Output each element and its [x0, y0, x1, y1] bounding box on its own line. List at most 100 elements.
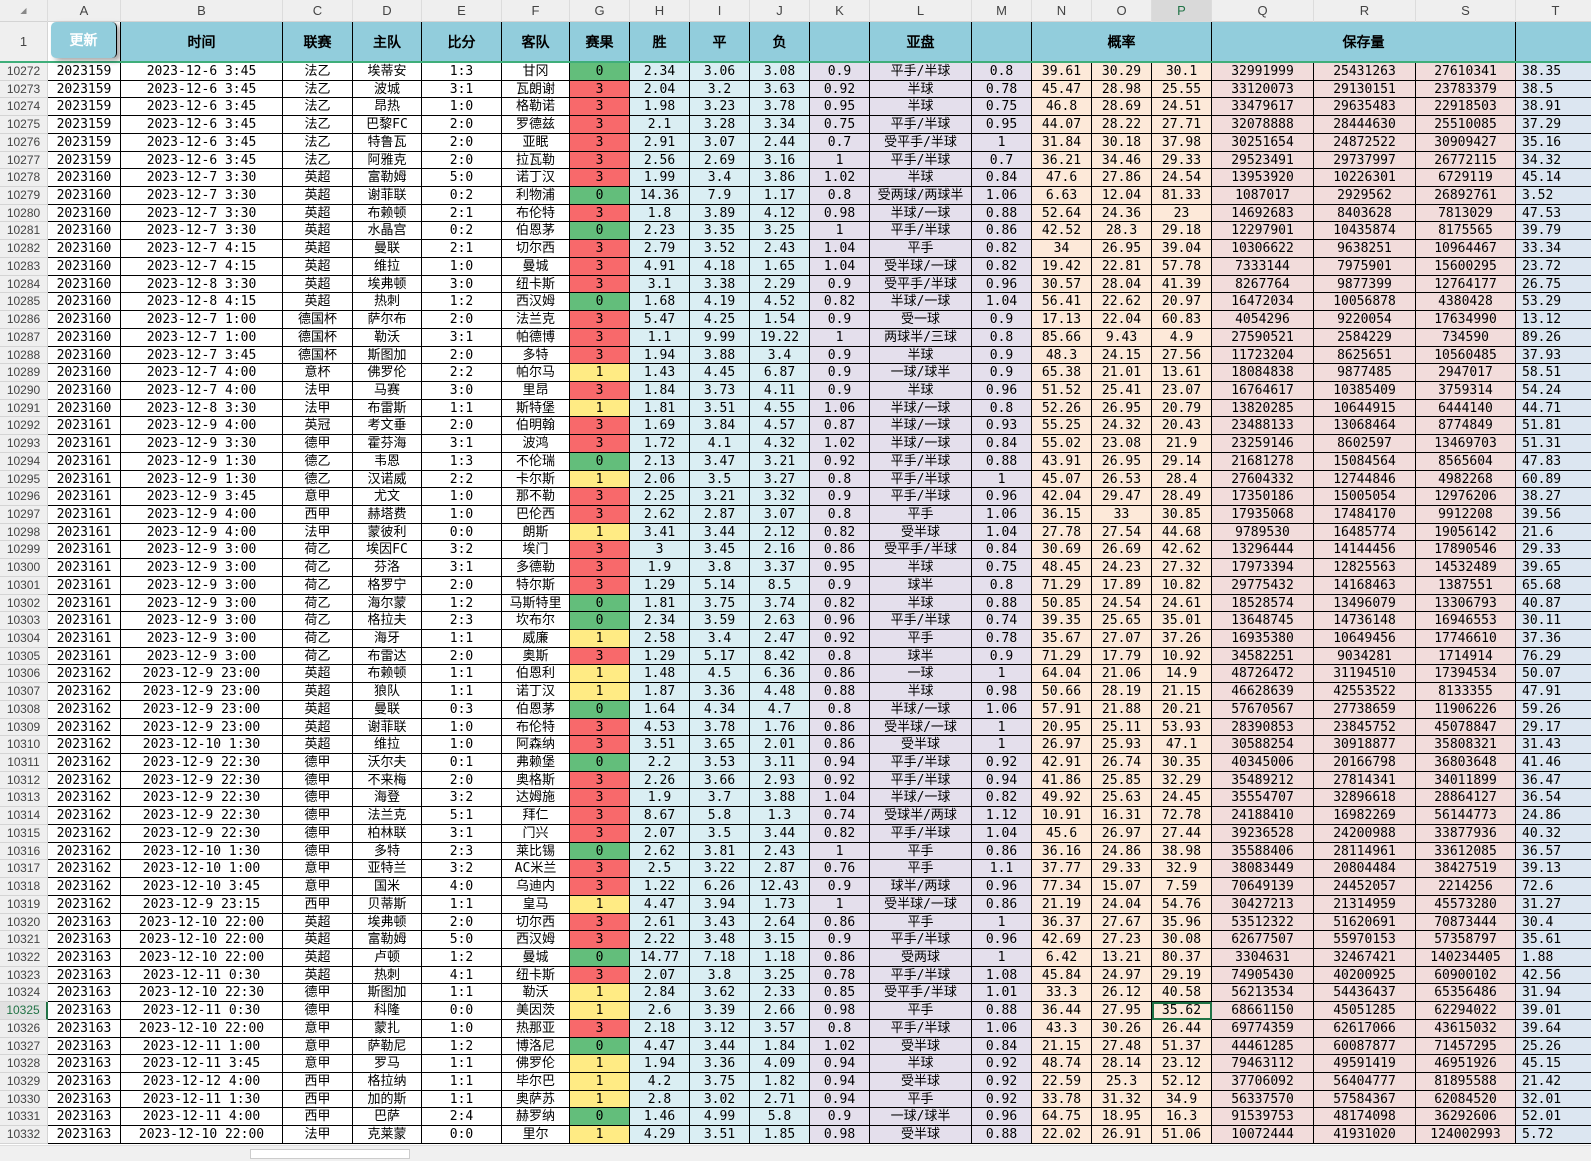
cell-d[interactable]: 罗马	[353, 1055, 422, 1073]
cell-c[interactable]: 英超	[283, 169, 353, 188]
cell-l[interactable]: 半球	[870, 346, 972, 365]
cell-b[interactable]: 2023-12-7 3:30	[121, 222, 283, 241]
cell-b[interactable]: 2023-12-9 3:00	[121, 612, 283, 630]
cell-l[interactable]: 平手/半球	[870, 151, 972, 170]
cell-n[interactable]: 45.6	[1032, 824, 1092, 843]
cell-t[interactable]: 36.54	[1516, 789, 1591, 808]
cell-h[interactable]: 1.9	[630, 789, 690, 808]
cell-a[interactable]: 2023161	[48, 612, 121, 630]
cell-c[interactable]: 法乙	[283, 80, 353, 99]
cell-t[interactable]: 53.29	[1516, 293, 1591, 312]
cell-s[interactable]: 13306793	[1416, 594, 1516, 613]
cell-e[interactable]: 4:0	[422, 878, 502, 896]
cell-d[interactable]: 维拉	[353, 736, 422, 755]
cell-k[interactable]: 0.82	[810, 523, 870, 542]
cell-a[interactable]: 2023162	[48, 683, 121, 701]
cell-b[interactable]: 2023-12-10 1:00	[121, 860, 283, 879]
cell-n[interactable]: 36.37	[1032, 913, 1092, 932]
row-number[interactable]: 10329	[0, 1072, 48, 1091]
cell-r[interactable]: 40200925	[1314, 966, 1416, 985]
cell-a[interactable]: 2023161	[48, 435, 121, 453]
cell-k[interactable]: 0.9	[810, 346, 870, 365]
cell-b[interactable]: 2023-12-7 3:45	[121, 346, 283, 365]
cell-k[interactable]: 0.8	[810, 647, 870, 666]
cell-k[interactable]: 1	[810, 895, 870, 914]
cell-f[interactable]: 伯恩茅	[502, 700, 570, 719]
cell-l[interactable]: 半球/一球	[870, 417, 972, 436]
cell-k[interactable]: 0.82	[810, 824, 870, 843]
cell-l[interactable]: 球半/两球	[870, 878, 972, 896]
cell-r[interactable]: 28444630	[1314, 116, 1416, 134]
cell-r[interactable]: 10056878	[1314, 293, 1416, 312]
cell-b[interactable]: 2023-12-6 3:45	[121, 80, 283, 99]
cell-n[interactable]: 44.07	[1032, 116, 1092, 134]
cell-h[interactable]: 2.18	[630, 1019, 690, 1038]
row-number[interactable]: 10302	[0, 594, 48, 613]
cell-i[interactable]: 3.88	[690, 346, 750, 365]
row-number[interactable]: 10304	[0, 630, 48, 648]
cell-h[interactable]: 1.99	[630, 169, 690, 188]
cell-k[interactable]: 0.75	[810, 116, 870, 134]
cell-m[interactable]: 1	[972, 948, 1032, 967]
cell-b[interactable]: 2023-12-9 1:30	[121, 452, 283, 471]
cell-d[interactable]: 布雷达	[353, 647, 422, 666]
cell-a[interactable]: 2023161	[48, 630, 121, 648]
cell-l[interactable]: 平手/半球	[870, 966, 972, 985]
cell-n[interactable]: 43.91	[1032, 452, 1092, 471]
cell-d[interactable]: 热刺	[353, 966, 422, 985]
row-number[interactable]: 10281	[0, 222, 48, 241]
column-header-h[interactable]: H	[630, 0, 690, 24]
cell-o[interactable]: 24.86	[1092, 842, 1152, 861]
cell-b[interactable]: 2023-12-10 22:00	[121, 931, 283, 949]
cell-f[interactable]: 里尔	[502, 1126, 570, 1144]
cell-n[interactable]: 33.78	[1032, 1090, 1092, 1109]
cell-m[interactable]: 0.96	[972, 878, 1032, 896]
cell-e[interactable]: 1:1	[422, 1055, 502, 1073]
cell-d[interactable]: 曼联	[353, 240, 422, 258]
row-number[interactable]: 10292	[0, 417, 48, 436]
cell-f[interactable]: 切尔西	[502, 240, 570, 258]
cell-l[interactable]: 平手/半球	[870, 754, 972, 772]
cell-e[interactable]: 2:3	[422, 612, 502, 630]
cell-k[interactable]: 0.86	[810, 718, 870, 737]
cell-t[interactable]: 29.17	[1516, 718, 1591, 737]
result-cell[interactable]: 1	[570, 399, 630, 418]
cell-f[interactable]: 西汉姆	[502, 293, 570, 312]
cell-e[interactable]: 1:3	[422, 63, 502, 81]
cell-k[interactable]: 0.86	[810, 736, 870, 755]
cell-f[interactable]: 切尔西	[502, 913, 570, 932]
cell-q[interactable]: 30251654	[1212, 133, 1314, 152]
cell-q[interactable]: 68661150	[1212, 1002, 1314, 1020]
cell-e[interactable]: 5:0	[422, 169, 502, 188]
cell-d[interactable]: 埃蒂安	[353, 63, 422, 81]
cell-n[interactable]: 20.95	[1032, 718, 1092, 737]
cell-b[interactable]: 2023-12-7 3:30	[121, 204, 283, 223]
cell-j[interactable]: 2.66	[750, 1002, 810, 1020]
cell-h[interactable]: 14.36	[630, 187, 690, 205]
cell-t[interactable]: 40.87	[1516, 594, 1591, 613]
cell-n[interactable]: 42.52	[1032, 222, 1092, 241]
cell-r[interactable]: 8403628	[1314, 204, 1416, 223]
cell-d[interactable]: 卢顿	[353, 948, 422, 967]
cell-i[interactable]: 3.81	[690, 842, 750, 861]
cell-l[interactable]: 受半球	[870, 736, 972, 755]
cell-c[interactable]: 意甲	[283, 1055, 353, 1073]
cell-k[interactable]: 1.02	[810, 169, 870, 188]
row-number[interactable]: 10328	[0, 1055, 48, 1073]
cell-i[interactable]: 3.5	[690, 824, 750, 843]
cell-i[interactable]: 4.99	[690, 1108, 750, 1127]
cell-d[interactable]: 蒙扎	[353, 1019, 422, 1038]
cell-j[interactable]: 3.25	[750, 966, 810, 985]
cell-s[interactable]: 33612085	[1416, 842, 1516, 861]
cell-o[interactable]: 28.14	[1092, 1055, 1152, 1073]
cell-r[interactable]: 29635483	[1314, 98, 1416, 117]
cell-h[interactable]: 2.61	[630, 913, 690, 932]
cell-r[interactable]: 9877485	[1314, 364, 1416, 382]
cell-k[interactable]: 0.85	[810, 984, 870, 1003]
cell-r[interactable]: 14736148	[1314, 612, 1416, 630]
column-header-o[interactable]: O	[1092, 0, 1152, 24]
cell-p[interactable]: 21.15	[1152, 683, 1212, 701]
cell-t[interactable]: 34.32	[1516, 151, 1591, 170]
cell-n[interactable]: 22.02	[1032, 1126, 1092, 1144]
cell-f[interactable]: 巴伦西	[502, 505, 570, 524]
